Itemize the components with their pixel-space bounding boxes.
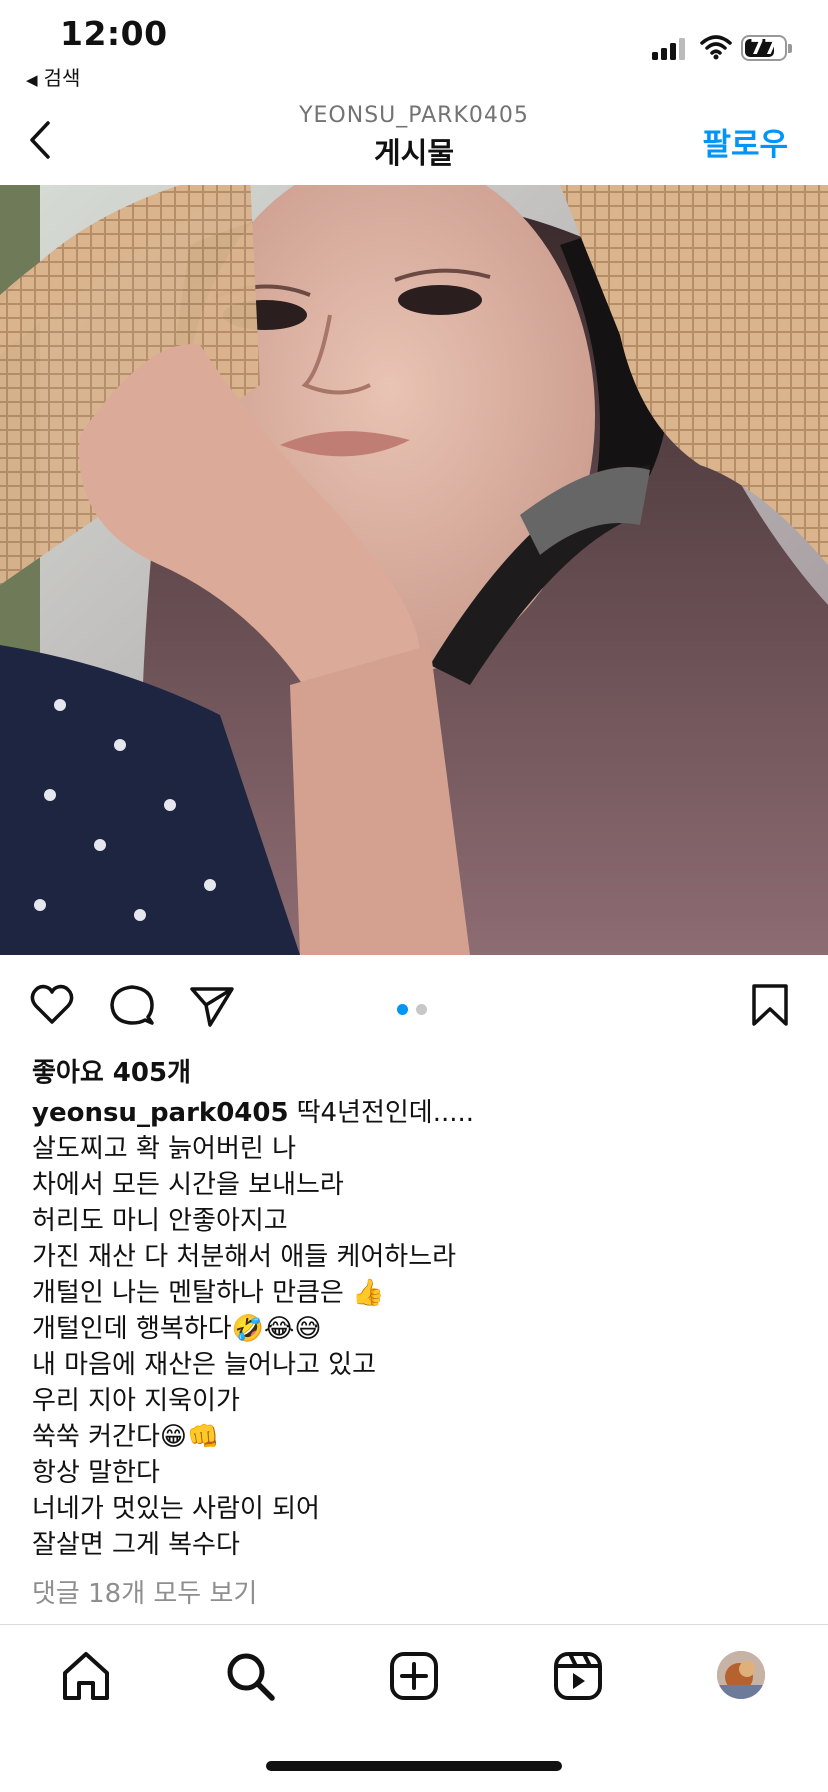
carousel-indicator — [397, 1000, 435, 1019]
caption-line: 허리도 마니 안좋아지고 — [32, 1206, 288, 1236]
caption-line: 차에서 모든 시간을 보내느라 — [32, 1170, 344, 1200]
post-header: YEONSU_PARK0405 게시물 팔로우 — [0, 95, 828, 185]
likes-count[interactable]: 좋아요 405개 — [32, 1052, 191, 1089]
heart-icon[interactable] — [28, 981, 76, 1029]
caption-line: 내 마음에 재산은 늘어나고 있고 — [32, 1350, 377, 1380]
caption-username[interactable]: yeonsu_park0405 — [32, 1098, 289, 1128]
wifi-icon — [700, 35, 732, 60]
back-triangle-icon: ◀ — [26, 71, 38, 89]
back-app-label: 검색 — [43, 66, 81, 90]
cellular-signal-icon — [652, 38, 690, 60]
comment-icon[interactable] — [108, 981, 156, 1029]
home-icon[interactable] — [59, 1649, 113, 1703]
status-time: 12:00 — [60, 14, 168, 53]
caption-line: 쑥쑥 커간다😁👊 — [32, 1422, 220, 1452]
caption-line: 항상 말한다 — [32, 1458, 160, 1488]
bookmark-icon[interactable] — [746, 981, 794, 1029]
view-comments-link[interactable]: 댓글 18개 모두 보기 — [32, 1573, 257, 1610]
caption-line: 잘살면 그게 복수다 — [32, 1530, 240, 1560]
caption-line: yeonsu_park0405 딱4년전인데..... — [32, 1095, 802, 1131]
post-actions — [0, 965, 828, 1045]
search-icon[interactable] — [223, 1649, 277, 1703]
caption-line: 개털인 나는 멘탈하나 만큼은 👍 — [32, 1278, 385, 1308]
carousel-dot — [416, 1004, 427, 1015]
caption-line: 가진 재산 다 처분해서 애들 케어하느라 — [32, 1242, 457, 1272]
home-indicator — [266, 1761, 562, 1771]
caption-line-text: 딱4년전인데..... — [296, 1098, 475, 1128]
caption-line: 개털인데 행복하다🤣😂😅 — [32, 1314, 322, 1344]
caption-line: 살도찌고 확 늙어버린 나 — [32, 1134, 296, 1164]
caption-line: 우리 지아 지욱이가 — [32, 1386, 240, 1416]
follow-button[interactable]: 팔로우 — [702, 119, 788, 164]
plus-square-icon[interactable] — [387, 1649, 441, 1703]
carousel-dot — [397, 1004, 408, 1015]
post-photo[interactable] — [0, 185, 828, 955]
send-icon[interactable] — [188, 981, 236, 1029]
post-caption: yeonsu_park0405 딱4년전인데..... 살도찌고 확 늙어버린 나… — [32, 1095, 802, 1563]
battery-icon: 77 — [741, 35, 792, 61]
reels-icon[interactable] — [551, 1649, 605, 1703]
caption-line: 너네가 멋있는 사람이 되어 — [32, 1494, 320, 1524]
battery-percent: 77 — [750, 35, 778, 59]
back-to-app-link[interactable]: ◀ 검색 — [26, 62, 80, 91]
status-bar: 12:00 ◀ 검색 77 — [0, 0, 828, 95]
avatar[interactable] — [717, 1651, 765, 1699]
